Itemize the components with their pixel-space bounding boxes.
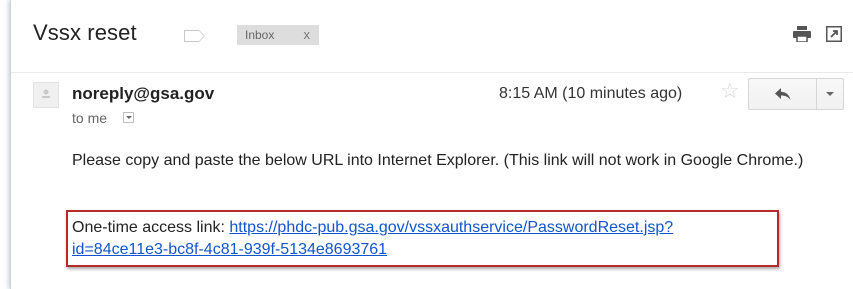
message-time: 8:15 AM (10 minutes ago): [499, 85, 683, 102]
remove-label-button[interactable]: x: [304, 27, 311, 42]
inbox-label-text: Inbox: [245, 28, 275, 42]
print-icon[interactable]: [793, 26, 811, 42]
star-icon[interactable]: ☆: [720, 80, 740, 102]
reply-button[interactable]: [749, 79, 816, 109]
label-tag-icon[interactable]: [184, 30, 205, 42]
email-view: Vssx reset Inbox x noreply@gsa.gov to me…: [10, 0, 853, 289]
subject-row: Vssx reset Inbox x: [11, 0, 853, 78]
divider: [11, 72, 853, 73]
inbox-label-chip[interactable]: Inbox x: [237, 25, 319, 45]
email-subject: Vssx reset: [33, 20, 137, 45]
message-body-text: Please copy and paste the below URL into…: [72, 152, 804, 169]
show-details-dropdown[interactable]: [123, 112, 134, 123]
reply-button-group: [748, 78, 844, 110]
new-window-icon[interactable]: [826, 26, 842, 42]
sender-avatar[interactable]: [33, 82, 59, 108]
person-icon: [42, 89, 50, 98]
reply-icon: [775, 88, 791, 100]
highlight-box: [66, 210, 779, 267]
recipient-summary: to me: [72, 110, 108, 126]
more-options-button[interactable]: [817, 79, 843, 109]
sender-address[interactable]: noreply@gsa.gov: [72, 84, 214, 104]
